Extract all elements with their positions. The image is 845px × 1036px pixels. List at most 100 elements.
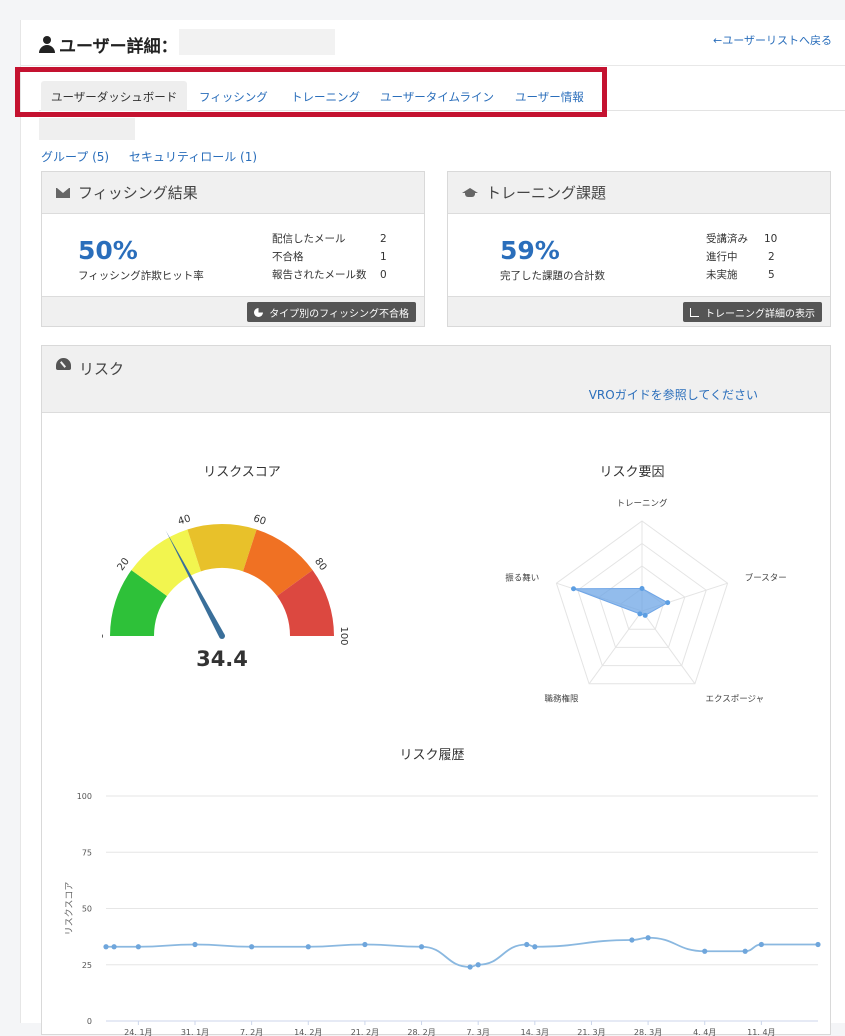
risk-history-point — [815, 941, 821, 948]
training-panel: トレーニング課題 59% 完了した課題の合計数 受講済み 10 進行中 2 未実施 5… — [447, 171, 831, 327]
risk-history-point — [742, 948, 748, 954]
x-tick-label: 21. 3月 — [577, 1028, 605, 1036]
gauge-tick-label: 100 — [338, 626, 349, 645]
radar-point — [665, 600, 671, 606]
stat-label: 不合格 — [272, 251, 304, 263]
risk-history-point — [305, 944, 311, 950]
y-tick-label: 75 — [82, 848, 92, 857]
stat-label: 報告されたメール数 — [272, 269, 367, 281]
back-to-user-list-link[interactable]: ←ユーザーリストへ戻る — [713, 32, 832, 48]
training-panel-header: トレーニング課題 — [448, 172, 830, 214]
stat-value: 2 — [380, 233, 387, 245]
stat-value: 10 — [764, 233, 778, 245]
phishing-failures-by-type-button[interactable]: タイプ別のフィッシング不合格 — [247, 302, 416, 322]
training-completion-label: 完了した課題の合計数 — [500, 270, 605, 282]
gauge-tick-label: 60 — [252, 513, 268, 527]
stat-value: 0 — [380, 269, 387, 281]
y-tick-label: 25 — [82, 961, 92, 970]
training-button-label: トレーニング詳細の表示 — [705, 308, 815, 320]
x-tick-label: 4. 4月 — [693, 1028, 716, 1036]
phishing-stats: 配信したメール 2 不合格 1 報告されたメール数 0 — [272, 230, 400, 284]
redacted-bar — [39, 118, 135, 140]
x-tick-label: 14. 3月 — [521, 1028, 549, 1036]
risk-history-point — [532, 944, 538, 950]
radar-area — [573, 587, 669, 616]
page-title-text: ユーザー詳細： — [59, 37, 178, 57]
stat-value: 2 — [768, 251, 775, 263]
risk-history-point — [467, 964, 473, 970]
x-tick-label: 21. 2月 — [351, 1028, 379, 1036]
risk-history-point — [249, 944, 255, 950]
gauge-needle-pivot — [219, 633, 225, 639]
radar-point — [637, 611, 643, 617]
radar-point — [571, 586, 577, 592]
risk-history-line — [106, 936, 818, 968]
phishing-panel-title: フィッシング結果 — [78, 184, 198, 202]
sub-links: グループ (5) セキュリティロール (1) — [41, 148, 273, 165]
tab-highlight-box — [15, 67, 607, 117]
envelope-icon — [56, 187, 70, 198]
risk-panel-header: リスク VROガイドを参照してください — [42, 346, 830, 413]
radar-axis-label: ブースター — [745, 573, 787, 584]
groups-link[interactable]: グループ (5) — [41, 150, 109, 164]
risk-history-chart: 0 25 50 75 100 リスクスコア 24. 1月 31. 1月 7. 2月 14. 2月 2… — [64, 792, 821, 1036]
gauge-tick-label: 20 — [116, 556, 132, 573]
radar-axis-label: 振る舞い — [505, 573, 539, 584]
y-axis-label: リスクスコア — [64, 882, 75, 936]
risk-factors-title: リスク要因 — [599, 465, 665, 480]
stat-label: 受講済み — [706, 233, 748, 245]
radar-point — [642, 612, 648, 618]
gauge-tick-label: 80 — [312, 556, 328, 573]
stat-label: 未実施 — [706, 269, 738, 281]
stat-value: 1 — [380, 251, 387, 263]
x-tick-label: 28. 2月 — [407, 1028, 435, 1036]
x-tick-label: 31. 1月 — [181, 1028, 209, 1036]
phishing-panel: フィッシング結果 50% フィッシング詐欺ヒット率 配信したメール 2 不合格 1 … — [41, 171, 425, 327]
risk-history-point — [629, 937, 635, 943]
risk-history-title: リスク履歴 — [399, 748, 465, 763]
y-tick-label: 0 — [87, 1017, 92, 1026]
radar-axis-label: 職務権限 — [545, 693, 580, 704]
x-tick-label: 24. 1月 — [124, 1028, 152, 1036]
stat-row: 未実施 5 — [706, 266, 788, 284]
user-name-redacted — [179, 29, 335, 55]
security-roles-link[interactable]: セキュリティロール (1) — [129, 150, 257, 164]
training-panel-title: トレーニング課題 — [486, 184, 607, 202]
stat-label: 配信したメール — [272, 233, 346, 245]
risk-panel-title: リスク — [79, 360, 125, 378]
user-detail-page: ユーザー詳細： ←ユーザーリストへ戻る ユーザーダッシュボード フィッシング ト… — [15, 20, 845, 1036]
risk-history-point — [135, 944, 141, 950]
x-tick-label: 11. 4月 — [747, 1028, 775, 1036]
risk-history-point — [475, 962, 481, 968]
phishing-button-label: タイプ別のフィッシング不合格 — [269, 308, 409, 320]
view-training-details-button[interactable]: トレーニング詳細の表示 — [683, 302, 822, 322]
page-header: ユーザー詳細： ←ユーザーリストへ戻る — [21, 20, 845, 66]
phishing-panel-header: フィッシング結果 — [42, 172, 424, 214]
radar-point — [639, 586, 645, 591]
x-tick-label: 7. 3月 — [467, 1028, 490, 1036]
stat-row: 進行中 2 — [706, 248, 788, 266]
risk-history-point — [645, 935, 651, 941]
risk-history-point — [362, 941, 368, 948]
radar-axis-label: トレーニング — [616, 498, 668, 509]
x-tick-label: 14. 2月 — [294, 1028, 322, 1036]
risk-factors-radar: トレーニングブースターエクスポージャ 職務権限 振る舞い — [505, 498, 787, 704]
graduation-cap-icon — [462, 187, 478, 198]
stat-row: 受講済み 10 — [706, 230, 788, 248]
training-completion-rate: 59% — [500, 236, 560, 265]
risk-panel: リスク VROガイドを参照してください リスクスコア 0 20 40 60 80 100 3… — [41, 345, 831, 1036]
phishing-hit-rate-label: フィッシング詐欺ヒット率 — [78, 270, 204, 282]
bar-chart-icon — [690, 307, 699, 317]
x-tick-label: 28. 3月 — [634, 1028, 662, 1036]
risk-score-gauge: 0 20 40 60 80 100 34.4 — [102, 513, 349, 671]
stat-label: 進行中 — [706, 251, 738, 263]
risk-history-point — [702, 948, 708, 954]
gauge-tick-label: 40 — [177, 513, 193, 527]
pie-chart-icon — [254, 307, 264, 317]
dashboard-gauge-icon — [56, 358, 71, 370]
y-tick-label: 100 — [77, 792, 92, 801]
page-title: ユーザー詳細： — [39, 32, 178, 57]
vro-guide-link[interactable]: VROガイドを参照してください — [589, 386, 758, 403]
training-panel-footer: トレーニング詳細の表示 — [448, 296, 830, 326]
x-tick-label: 7. 2月 — [240, 1028, 263, 1036]
